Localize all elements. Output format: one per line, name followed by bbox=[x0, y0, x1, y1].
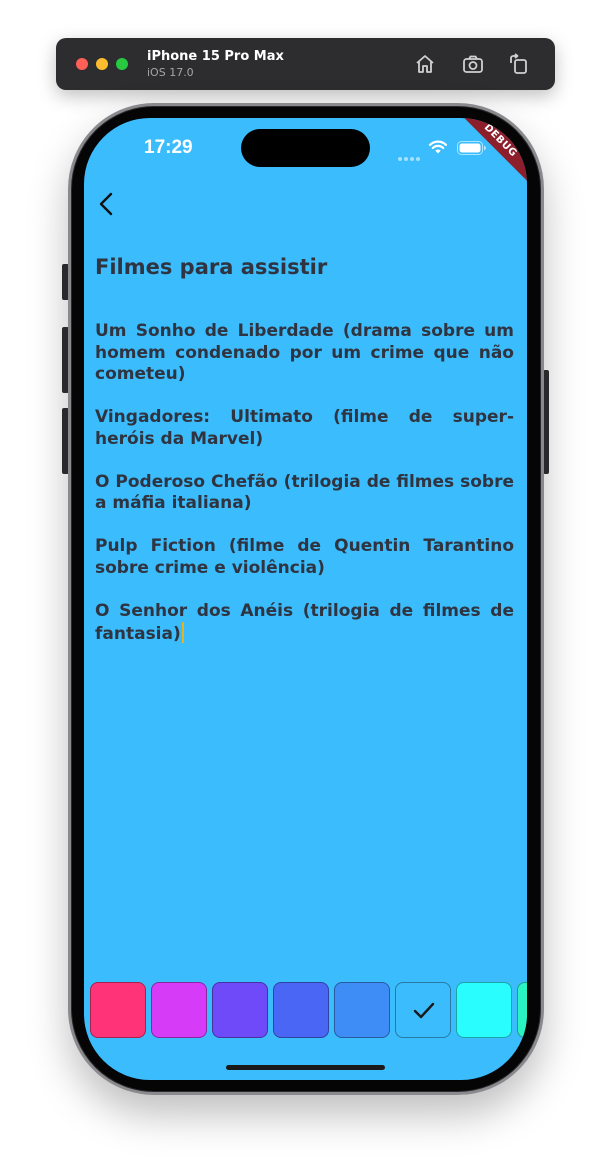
simulator-toolbar: iPhone 15 Pro Max iOS 17.0 bbox=[56, 38, 555, 90]
note-paragraph-text: O Senhor dos Anéis (trilogia de filmes d… bbox=[95, 600, 514, 645]
color-swatch[interactable] bbox=[456, 982, 512, 1038]
note-paragraph: Pulp Fiction (filme de Quentin Tarantino… bbox=[95, 536, 514, 578]
home-indicator[interactable] bbox=[226, 1065, 385, 1070]
battery-icon bbox=[457, 141, 487, 155]
close-window-button[interactable] bbox=[76, 58, 88, 70]
screenshot-icon[interactable] bbox=[461, 52, 485, 76]
note-paragraph-last: O Senhor dos Anéis (trilogia de filmes d… bbox=[95, 601, 514, 646]
device-name: iPhone 15 Pro Max bbox=[147, 49, 284, 64]
home-icon[interactable] bbox=[413, 52, 437, 76]
color-swatch[interactable] bbox=[212, 982, 268, 1038]
color-swatch-selected[interactable] bbox=[395, 982, 451, 1038]
color-swatch[interactable] bbox=[334, 982, 390, 1038]
note-paragraph: Um Sonho de Liberdade (drama sobre um ho… bbox=[95, 321, 514, 384]
note-paragraph: O Poderoso Chefão (trilogia de filmes so… bbox=[95, 471, 514, 514]
status-time: 17:29 bbox=[144, 137, 193, 158]
checkmark-icon bbox=[413, 1002, 435, 1019]
wifi-icon bbox=[428, 139, 448, 155]
note-title[interactable]: Filmes para assistir bbox=[95, 255, 327, 279]
back-arrow-icon[interactable] bbox=[96, 191, 116, 217]
color-swatch[interactable] bbox=[151, 982, 207, 1038]
rotate-icon[interactable] bbox=[507, 52, 531, 76]
color-swatch[interactable] bbox=[517, 982, 527, 1038]
phone-screen: 17:29 DEBUG Filmes para assistir Um Sonh… bbox=[84, 118, 527, 1080]
text-caret bbox=[181, 622, 184, 643]
note-paragraph: Vingadores: Ultimato (filme de super-her… bbox=[95, 407, 514, 449]
dynamic-island bbox=[241, 129, 370, 167]
color-swatch[interactable] bbox=[90, 982, 146, 1038]
note-body-editor[interactable]: Um Sonho de Liberdade (drama sobre um ho… bbox=[95, 321, 514, 667]
zoom-window-button[interactable] bbox=[116, 58, 128, 70]
color-swatch[interactable] bbox=[273, 982, 329, 1038]
color-palette bbox=[90, 982, 527, 1038]
minimize-window-button[interactable] bbox=[96, 58, 108, 70]
os-version: iOS 17.0 bbox=[147, 66, 194, 79]
cellular-signal-icon bbox=[398, 148, 422, 166]
